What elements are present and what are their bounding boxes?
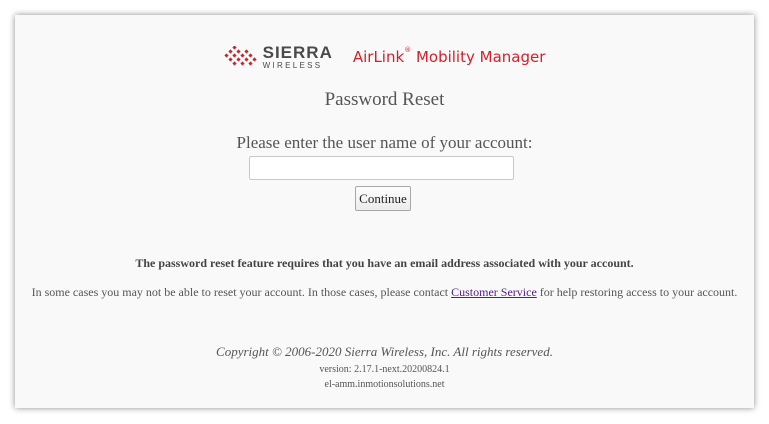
product-name: AirLink® Mobility Manager [352,46,546,66]
page-background: SIERRA WIRELESS AirLink® Mobility Manage… [0,0,769,424]
sierra-wireless-logo: SIERRA WIRELESS [224,44,333,70]
continue-button[interactable]: Continue [355,186,411,211]
header-logos: SIERRA WIRELESS AirLink® Mobility Manage… [15,42,754,72]
registered-mark: ® [404,46,412,54]
copyright-text: Copyright © 2006-2020 Sierra Wireless, I… [216,344,553,359]
help-text-after: for help restoring access to your accoun… [536,285,738,299]
reset-panel: SIERRA WIRELESS AirLink® Mobility Manage… [15,15,754,408]
host-text: el-amm.inmotionsolutions.net [324,379,445,390]
username-prompt: Please enter the user name of your accou… [236,133,533,152]
company-name-top: SIERRA [262,43,333,62]
product-name-main: AirLink [352,48,405,66]
version-text: version: 2.17.1-next.20200824.1 [319,364,450,375]
customer-service-link[interactable]: Customer Service [451,285,537,299]
product-name-suffix: Mobility Manager [411,48,546,66]
page-title: Password Reset [324,89,445,110]
email-requirement-notice: The password reset feature requires that… [135,256,634,270]
sierra-wordmark: SIERRA WIRELESS [263,44,333,70]
username-input[interactable] [249,156,514,180]
sierra-wave-icon [224,46,257,66]
help-notice: In some cases you may not be able to res… [15,285,754,300]
help-text-before: In some cases you may not be able to res… [31,285,452,299]
company-name-bottom: WIRELESS [262,61,323,70]
